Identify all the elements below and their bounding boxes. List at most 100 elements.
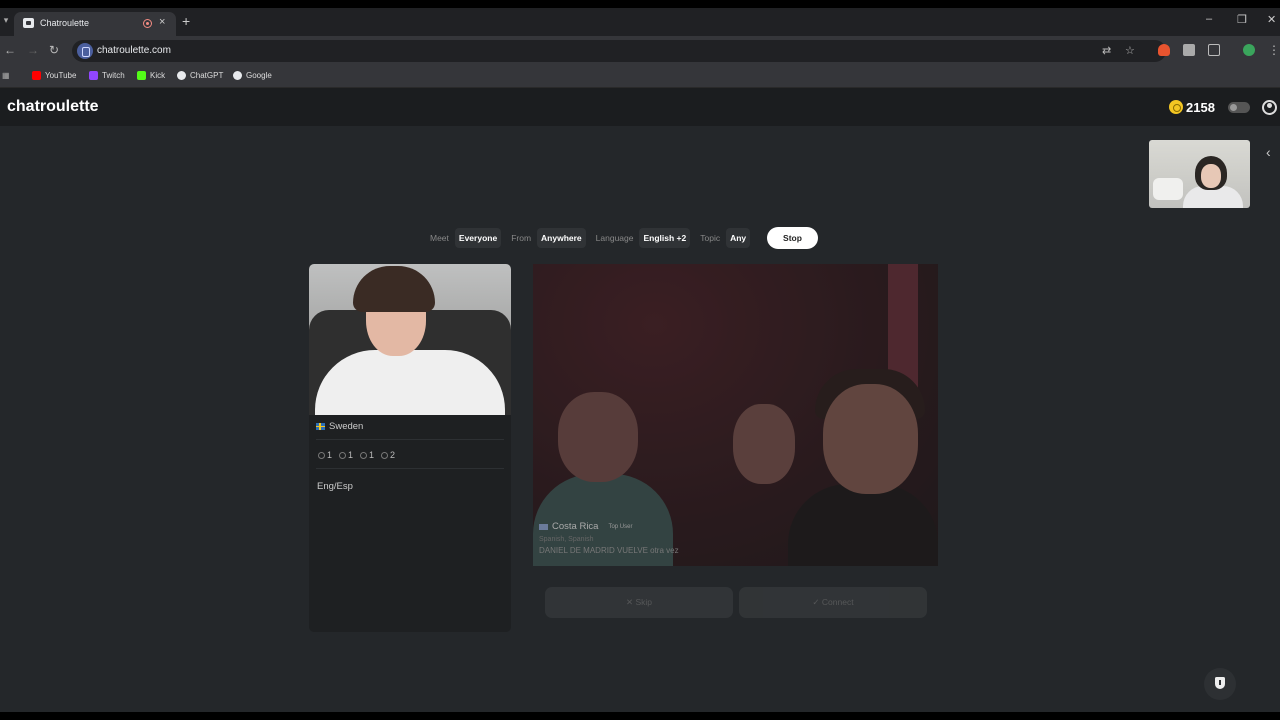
tab-chatroulette[interactable]: Chatroulette × xyxy=(14,12,176,36)
connect-button[interactable]: ✓ Connect xyxy=(739,587,927,618)
star-icon xyxy=(360,452,368,459)
filter-bar: Meet Everyone From Anywhere Language Eng… xyxy=(430,226,754,250)
video-person-body xyxy=(788,484,938,566)
chatroulette-favicon-icon xyxy=(23,18,34,28)
browser-toolbar: ← → ↻ chatroulette.com ⇄ ☆ ⋮ xyxy=(0,36,1280,66)
kick-icon xyxy=(137,71,146,80)
restore-icon[interactable]: ❐ xyxy=(1237,13,1247,26)
coin-balance[interactable]: 2158 xyxy=(1186,100,1215,115)
address-bar[interactable]: chatroulette.com ⇄ ☆ xyxy=(72,40,1166,62)
stranger-stats: 1 1 1 2 xyxy=(318,450,395,460)
skip-button[interactable]: ✕ Skip xyxy=(545,587,733,618)
recording-indicator-icon xyxy=(143,19,152,28)
site-info-icon[interactable] xyxy=(77,43,93,59)
stat-likes: 1 xyxy=(318,450,332,460)
chatgpt-icon xyxy=(177,71,186,80)
stranger-card: Sweden 1 1 1 2 Eng/Esp xyxy=(309,264,511,632)
link-icon xyxy=(381,452,389,459)
profile-avatar-icon[interactable] xyxy=(1243,44,1255,56)
country-name: Sweden xyxy=(329,421,364,432)
divider xyxy=(316,439,504,440)
chevron-left-icon[interactable]: ‹ xyxy=(1266,144,1271,160)
apps-grid-icon[interactable]: ▦ xyxy=(2,71,10,80)
site-logo[interactable]: chatroulette xyxy=(7,98,99,116)
bookmark-google[interactable]: Google xyxy=(233,71,272,80)
youtube-icon xyxy=(32,71,41,80)
stranger-video xyxy=(309,264,511,415)
video-person-shirt xyxy=(315,350,505,415)
costa-rica-flag-icon xyxy=(539,523,548,530)
remote-country: Costa Rica Top User xyxy=(539,521,679,532)
from-label: From xyxy=(511,233,532,243)
reload-icon[interactable]: ↻ xyxy=(49,43,59,57)
stat-value: 1 xyxy=(369,450,375,460)
remote-bio: DANIEL DE MADRID VUELVE otra vez xyxy=(539,546,679,555)
new-tab-button[interactable]: + xyxy=(182,13,190,29)
self-person-face xyxy=(1201,164,1221,188)
sweden-flag-icon xyxy=(316,423,325,430)
tab-title: Chatroulette xyxy=(40,18,90,28)
bookmark-kick[interactable]: Kick xyxy=(137,71,165,80)
top-user-badge: Top User xyxy=(608,523,633,530)
language-select[interactable]: English +2 xyxy=(639,228,691,248)
self-video-preview[interactable] xyxy=(1149,140,1250,208)
video-person-face xyxy=(823,384,918,494)
bookmark-label: Google xyxy=(246,71,272,80)
topic-select[interactable]: Any xyxy=(726,228,751,248)
stat-connections: 2 xyxy=(381,450,395,460)
gift-icon xyxy=(339,452,347,459)
bookmarks-bar: ▦ YouTube Twitch Kick ChatGPT Google xyxy=(0,66,1280,88)
stop-button[interactable]: Stop xyxy=(767,227,818,249)
meet-select[interactable]: Everyone xyxy=(454,228,502,248)
extension-box-icon[interactable] xyxy=(1183,44,1195,56)
remote-languages: Spanish, Spanish xyxy=(539,536,594,543)
safety-shield-icon[interactable] xyxy=(1204,668,1236,700)
twitch-icon xyxy=(89,71,98,80)
close-window-icon[interactable]: ✕ xyxy=(1267,13,1276,26)
translate-icon[interactable]: ⇄ xyxy=(1102,44,1111,57)
bookmark-label: YouTube xyxy=(45,71,77,80)
tab-strip: ▾ Chatroulette × + – ❐ ✕ xyxy=(0,8,1280,36)
site-header: chatroulette 2158 xyxy=(0,88,1280,126)
bookmark-label: Kick xyxy=(150,71,166,80)
minimize-icon[interactable]: – xyxy=(1206,13,1212,25)
meet-label: Meet xyxy=(430,233,449,243)
topic-label: Topic xyxy=(700,233,721,243)
stat-gifts: 1 xyxy=(339,450,353,460)
theme-toggle[interactable] xyxy=(1228,102,1250,113)
google-icon xyxy=(233,71,242,80)
extensions-puzzle-icon[interactable] xyxy=(1208,44,1220,56)
tab-close-icon[interactable]: × xyxy=(159,16,165,28)
stat-value: 1 xyxy=(327,450,333,460)
bookmark-star-icon[interactable]: ☆ xyxy=(1125,44,1135,57)
bookmark-label: ChatGPT xyxy=(190,71,224,80)
stranger-bio: Eng/Esp xyxy=(317,481,353,492)
language-label: Language xyxy=(595,233,634,243)
remote-user-info: Costa Rica Top User Spanish, Spanish DAN… xyxy=(539,521,679,555)
video-person-hair xyxy=(353,266,435,312)
from-select[interactable]: Anywhere xyxy=(537,228,586,248)
stranger-country: Sweden xyxy=(316,421,363,432)
divider xyxy=(316,468,504,469)
stat-value: 2 xyxy=(390,450,396,460)
video-person-face xyxy=(733,404,795,484)
bookmark-youtube[interactable]: YouTube xyxy=(32,71,76,80)
stat-stars: 1 xyxy=(360,450,374,460)
bookmark-label: Twitch xyxy=(102,71,125,80)
url-text: chatroulette.com xyxy=(97,45,171,56)
forward-icon[interactable]: → xyxy=(27,43,39,57)
account-icon[interactable] xyxy=(1262,100,1277,115)
chatroulette-page: chatroulette 2158 ‹ Meet Everyone From A… xyxy=(0,88,1280,712)
bookmark-chatgpt[interactable]: ChatGPT xyxy=(177,71,223,80)
tab-search-icon[interactable]: ▾ xyxy=(0,15,12,29)
back-icon[interactable]: ← xyxy=(4,43,16,57)
extension-flame-icon[interactable] xyxy=(1158,44,1170,56)
bookmark-twitch[interactable]: Twitch xyxy=(89,71,125,80)
country-name: Costa Rica xyxy=(552,521,599,532)
browser-menu-icon[interactable]: ⋮ xyxy=(1268,43,1280,57)
crown-icon xyxy=(318,452,325,459)
background-object xyxy=(1153,178,1183,200)
stat-value: 1 xyxy=(348,450,354,460)
coin-icon xyxy=(1169,100,1183,114)
browser-window: ▾ Chatroulette × + – ❐ ✕ ← → ↻ chatroule… xyxy=(0,8,1280,712)
